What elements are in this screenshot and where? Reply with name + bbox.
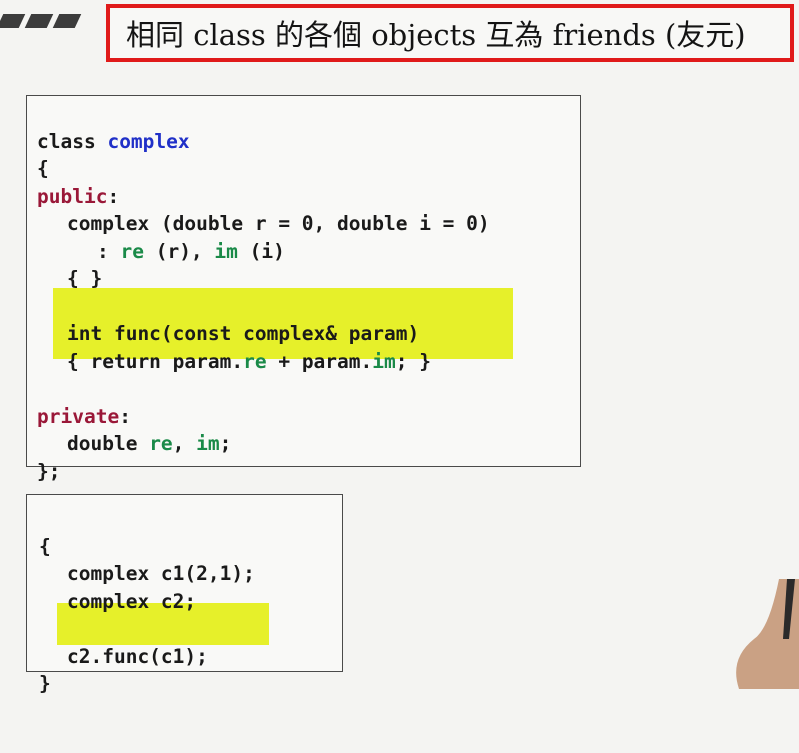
class-code: class complex { public: complex (double r =… — [37, 100, 490, 540]
code-line-members: double re, im; — [67, 432, 232, 455]
slide-title: 相同 class 的各個 objects 互為 friends (友元) — [106, 4, 794, 62]
class-name: complex — [107, 129, 190, 153]
code-line-open-brace: { — [37, 157, 49, 180]
usage-line-open: { — [39, 534, 51, 558]
code-line-public: public: — [37, 184, 120, 208]
code-line-close: }; — [37, 459, 61, 483]
code-line-initializer: : re (r), im (i) — [97, 239, 285, 263]
usage-code-box: { complex c1(2,1); complex c2; c2.func(c1)… — [26, 494, 343, 695]
code-line-private: private: — [37, 404, 131, 428]
usage-line-c1: complex c1(2,1); — [67, 562, 255, 585]
code-line-constructor: complex (double r = 0, double i = 0) — [67, 212, 490, 235]
code-line-class: class complex — [37, 129, 190, 153]
usage-line-c2: complex c2; — [67, 589, 197, 613]
usage-line-close: } — [39, 672, 51, 695]
code-line-ctor-body: { } — [67, 267, 103, 290]
usage-code: { complex c1(2,1); complex c2; c2.func(c1)… — [39, 505, 255, 753]
presenter-hand-image — [736, 579, 799, 689]
class-definition-box: class complex { public: complex (double r =… — [26, 95, 581, 483]
usage-line-call: c2.func(c1); — [67, 644, 208, 668]
code-line-func-body: { return param.re + param.im; } — [67, 349, 431, 373]
header-decoration — [0, 14, 82, 28]
code-line-func-signature: int func(const complex& param) — [67, 322, 420, 345]
